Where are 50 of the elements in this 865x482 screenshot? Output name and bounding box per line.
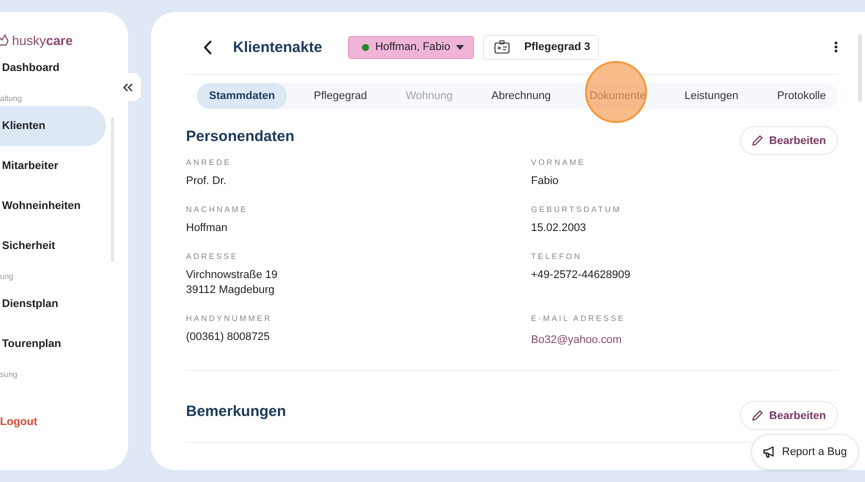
nav-item[interactable]: Tourenplan — [0, 324, 106, 364]
field-value: 15.02.2003 — [531, 221, 588, 236]
nav-item[interactable]: Wohneinheiten — [0, 186, 106, 226]
nav-item[interactable]: Sicherheit — [0, 226, 106, 266]
nav-item[interactable]: Klienten — [0, 106, 106, 146]
tab[interactable]: Abrechnung — [479, 83, 563, 109]
section-title: Bemerkungen — [186, 403, 286, 420]
field-value: Virchnowstraße 19 39112 Magdeburg — [186, 268, 279, 298]
field-value: Fabio — [531, 174, 560, 189]
caret-icon — [456, 44, 464, 50]
care-level-chip: Pflegegrad 3 — [483, 34, 600, 60]
page-title: Klientenakte — [233, 38, 322, 56]
field-value: (00361) 8008725 — [186, 330, 271, 345]
nav-item[interactable]: Mitarbeiter — [0, 146, 106, 186]
section-title: Personendaten — [186, 128, 294, 145]
nav-section-label: altung — [0, 94, 23, 105]
nav-section-label: ung — [0, 272, 14, 283]
nav-item[interactable]: Dashboard — [0, 48, 106, 88]
pencil-icon — [752, 135, 764, 146]
field-label: VORNAME — [531, 158, 586, 167]
tab[interactable]: Stammdaten — [197, 83, 288, 109]
email-link[interactable]: Bo32@yahoo.com — [531, 334, 622, 346]
nav-item[interactable]: Dienstplan — [0, 284, 106, 324]
field-label: NACHNAME — [186, 205, 249, 214]
tab[interactable]: Pflegegrad — [302, 83, 379, 109]
field-value: Prof. Dr. — [186, 174, 228, 189]
tab[interactable]: Leistungen — [672, 83, 750, 109]
double-chevron-left-icon — [123, 82, 133, 92]
client-dropdown[interactable]: Hoffman, Fabio — [348, 36, 474, 58]
field-value: Hoffman — [186, 221, 228, 236]
field-label: HANDYNUMMER — [186, 314, 273, 323]
field-label: E-MAIL ADRESSE — [531, 314, 626, 323]
field-label: ANREDE — [186, 158, 232, 167]
logo-text: huskycare — [12, 32, 73, 48]
report-bug-button[interactable]: Report a Bug — [751, 434, 859, 470]
edit-button[interactable]: Bearbeiten — [740, 126, 838, 155]
scrollbar[interactable] — [858, 34, 862, 102]
back-icon[interactable] — [203, 40, 212, 54]
id-card-icon — [494, 40, 510, 54]
more-options-icon[interactable] — [834, 41, 838, 53]
megaphone-icon — [763, 446, 776, 458]
edit-button[interactable]: Bearbeiten — [740, 401, 838, 430]
field-label: ADRESSE — [186, 252, 240, 261]
pencil-icon — [752, 410, 764, 421]
field-label: GEBURTSDATUM — [531, 205, 622, 214]
logout-link[interactable]: Logout — [0, 416, 106, 428]
field-value: +49-2572-44628909 — [531, 268, 632, 283]
field-label: TELEFON — [531, 252, 583, 261]
tab[interactable]: Protokolle — [765, 83, 838, 109]
nav-section-label: sung — [0, 370, 18, 381]
